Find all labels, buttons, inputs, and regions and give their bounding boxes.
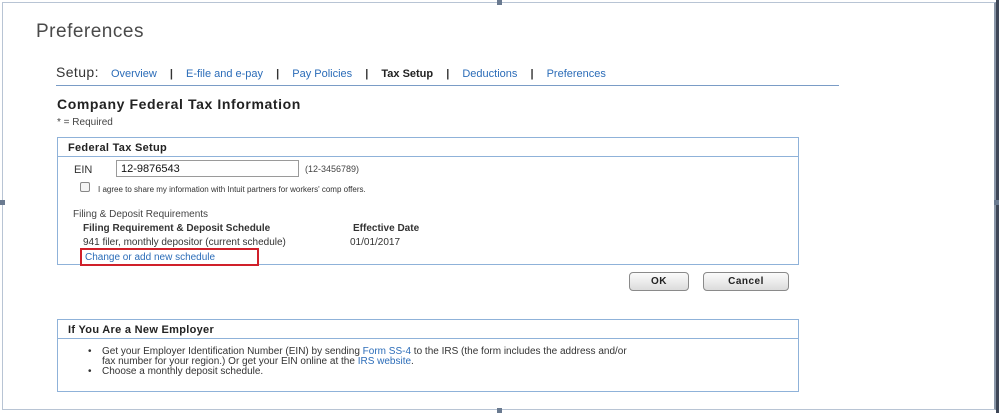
new-employer-panel: If You Are a New Employer Get your Emplo… (57, 319, 799, 392)
required-note: * = Required (57, 117, 113, 128)
effective-date-column-header: Effective Date (353, 223, 420, 234)
share-info-checkbox[interactable] (80, 182, 90, 192)
resize-handle-top[interactable] (497, 0, 502, 5)
bullet-text: . (411, 356, 414, 367)
tab-tax-setup[interactable]: Tax Setup (381, 68, 433, 80)
ein-input[interactable] (116, 160, 299, 177)
tab-deductions[interactable]: Deductions (462, 68, 517, 80)
schedule-column-header: Filing Requirement & Deposit Schedule (83, 223, 271, 234)
list-item: Choose a monthly deposit schedule. (88, 366, 627, 378)
cancel-button[interactable]: Cancel (703, 272, 789, 291)
ok-button[interactable]: OK (629, 272, 689, 291)
ein-format-hint: (12-3456789) (305, 164, 360, 174)
tab-overview[interactable]: Overview (111, 68, 157, 80)
change-schedule-link[interactable]: Change or add new schedule (80, 248, 259, 266)
resize-handle-left[interactable] (0, 200, 5, 205)
list-item: Get your Employer Identification Number … (88, 347, 627, 367)
setup-label: Setup: (56, 64, 99, 80)
bullet-text: to the IRS (the form includes the addres… (411, 346, 627, 357)
nav-separator: | (276, 68, 280, 80)
filing-deposit-heading: Filing & Deposit Requirements (73, 209, 209, 220)
effective-date-value: 01/01/2017 (350, 237, 401, 248)
new-employer-list: Get your Employer Identification Number … (88, 347, 627, 378)
new-employer-header: If You Are a New Employer (58, 320, 798, 339)
nav-separator: | (446, 68, 450, 80)
resize-handle-right[interactable] (994, 200, 999, 205)
setup-nav: Setup: Overview | E-file and e-pay | Pay… (56, 64, 839, 86)
nav-separator: | (365, 68, 369, 80)
section-title: Company Federal Tax Information (57, 96, 301, 112)
tab-preferences[interactable]: Preferences (547, 68, 606, 80)
resize-handle-bottom[interactable] (497, 408, 502, 413)
irs-website-link[interactable]: IRS website (358, 356, 411, 367)
federal-tax-setup-header: Federal Tax Setup (58, 138, 798, 157)
page-title: Preferences (36, 21, 144, 42)
federal-tax-setup-panel: Federal Tax Setup EIN (12-3456789) I agr… (57, 137, 799, 266)
nav-separator: | (169, 68, 173, 80)
ein-label: EIN (74, 164, 93, 176)
tab-efile-epay[interactable]: E-file and e-pay (186, 68, 263, 80)
share-info-label: I agree to share my information with Int… (98, 185, 366, 194)
nav-separator: | (530, 68, 534, 80)
tab-pay-policies[interactable]: Pay Policies (292, 68, 352, 80)
schedule-value: 941 filer, monthly depositor (current sc… (83, 237, 286, 248)
bullet-text: Choose a monthly deposit schedule. (102, 366, 264, 377)
